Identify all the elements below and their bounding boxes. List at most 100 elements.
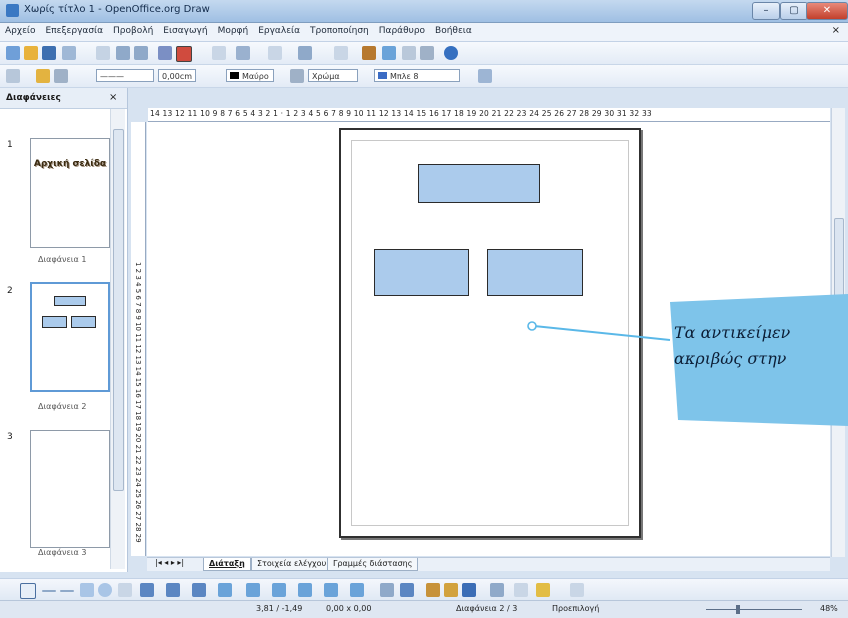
block-arrows-icon[interactable] [272,583,286,597]
line-color-label: Μαύρο [242,72,269,81]
slides-pane-scrollbar[interactable] [110,109,125,569]
tab-layout[interactable]: Διάταξη [203,558,251,571]
flowchart-icon[interactable] [298,583,312,597]
copy-icon[interactable] [236,46,250,60]
close-button[interactable]: ✕ [806,2,848,20]
thumb-shape-right [71,316,96,328]
tab-dimension-lines[interactable]: Γραμμές διάστασης [327,558,419,571]
pane-close-icon[interactable]: × [109,92,117,103]
maximize-button[interactable]: ▢ [780,2,808,20]
slides-pane: Διαφάνειες × 1 Αρχική σελίδα Διαφάνεια 1… [0,88,128,572]
rectangle-right[interactable] [487,249,583,296]
spellcheck-icon[interactable] [158,46,172,60]
rectangle-tool-icon[interactable] [80,583,94,597]
line-arrow-tool-icon[interactable] [60,590,74,592]
undo-icon[interactable] [298,46,312,60]
cut-icon[interactable] [212,46,226,60]
zoom-slider-thumb[interactable] [736,605,740,614]
autospell-icon[interactable] [176,46,192,62]
minimize-button[interactable]: – [752,2,780,20]
slides-pane-header: Διαφάνειες × [0,88,127,109]
menu-insert[interactable]: Εισαγωγή [158,23,212,36]
callout-text: Τα αντικείμεν ακριβώς στην [674,320,790,372]
new-icon[interactable] [6,46,20,60]
lines-arrows-tool-icon[interactable] [192,583,206,597]
curve-tool-icon[interactable] [140,583,154,597]
edit-file-icon[interactable] [96,46,110,60]
from-file-icon[interactable] [444,583,458,597]
slide-1-title-text: Αρχική σελίδα [33,159,107,169]
ellipse-tool-icon[interactable] [98,583,112,597]
shadow-icon[interactable] [478,69,492,83]
callouts-icon[interactable] [324,583,338,597]
fill-type-select[interactable]: Χρώμα [308,69,358,82]
symbol-shapes-icon[interactable] [246,583,260,597]
text-tool-icon[interactable] [118,583,132,597]
styles-icon[interactable] [6,69,20,83]
menu-window[interactable]: Παράθυρο [374,23,430,36]
slide-number-3: 3 [7,432,13,442]
horizontal-ruler[interactable]: 14 13 12 11 10 9 8 7 6 5 4 3 2 1 · 1 2 3… [148,108,830,122]
open-icon[interactable] [24,46,38,60]
menu-tools[interactable]: Εργαλεία [253,23,305,36]
arrow-style-icon[interactable] [54,69,68,83]
arrange-icon[interactable] [536,583,550,597]
rectangle-left[interactable] [374,249,469,296]
save-icon[interactable] [42,46,56,60]
line-tool-icon[interactable] [42,590,56,592]
stars-icon[interactable] [350,583,364,597]
line-width-field[interactable]: 0,00cm [158,69,196,82]
zoom-slider[interactable] [706,609,802,610]
effects-icon[interactable] [570,583,584,597]
slides-pane-title: Διαφάνειες [6,93,61,103]
paste-icon[interactable] [268,46,282,60]
connector-tool-icon[interactable] [166,583,180,597]
line-icon[interactable] [36,69,50,83]
menu-help[interactable]: Βοήθεια [430,23,477,36]
document-close-icon[interactable]: × [832,25,840,36]
menu-format[interactable]: Μορφή [213,23,254,36]
tab-nav-arrows-icon[interactable]: |◂ ◂ ▸ ▸| [155,558,184,567]
chart-icon[interactable] [362,46,376,60]
layer-tabs-row: |◂ ◂ ▸ ▸| Διάταξη Στοιχεία ελέγχου Γραμμ… [147,557,830,571]
navigator-icon[interactable] [420,46,434,60]
email-icon[interactable] [62,46,76,60]
points-icon[interactable] [380,583,394,597]
basic-shapes-icon[interactable] [218,583,232,597]
tab-controls[interactable]: Στοιχεία ελέγχου [251,558,333,571]
slide-thumbnail-1[interactable]: Αρχική σελίδα [30,138,110,248]
menu-modify[interactable]: Τροποποίηση [305,23,374,36]
slides-pane-scroll-thumb[interactable] [113,129,124,491]
select-arrow-icon[interactable] [20,583,36,599]
export-pdf-icon[interactable] [116,46,130,60]
table-icon[interactable] [382,46,396,60]
standard-toolbar [0,42,848,65]
status-layout: Προεπιλογή [552,604,600,613]
slide-label-3: Διαφάνεια 3 [38,548,87,557]
callout-box: Τα αντικείμεν ακριβώς στην [664,298,848,418]
redo-icon[interactable] [334,46,348,60]
rectangle-top[interactable] [418,164,540,203]
slide-label-2: Διαφάνεια 2 [38,402,87,411]
slide-thumbnail-3[interactable] [30,430,110,548]
align-icon[interactable] [514,583,528,597]
gallery-icon[interactable] [462,583,476,597]
hyperlink-icon[interactable] [402,46,416,60]
line-color-select[interactable]: Μαύρο [226,69,274,82]
area-icon[interactable] [290,69,304,83]
slide-label-1: Διαφάνεια 1 [38,255,87,264]
print-icon[interactable] [134,46,148,60]
extrusion-icon[interactable] [490,583,504,597]
vertical-ruler[interactable]: 1 2 3 4 5 6 7 8 9 10 11 12 13 14 15 16 1… [131,122,146,556]
line-style-select[interactable]: ——— [96,69,154,82]
menu-edit[interactable]: Επεξεργασία [41,23,109,36]
status-zoom: 48% [820,604,838,613]
slide-thumbnail-2[interactable] [30,282,110,392]
fill-color-select[interactable]: Μπλε 8 [374,69,460,82]
menu-view[interactable]: Προβολή [108,23,158,36]
thumb-shape-top [54,296,86,306]
glue-points-icon[interactable] [400,583,414,597]
menu-file[interactable]: Αρχείο [0,23,41,36]
help-icon[interactable] [444,46,458,60]
fontwork-icon[interactable] [426,583,440,597]
